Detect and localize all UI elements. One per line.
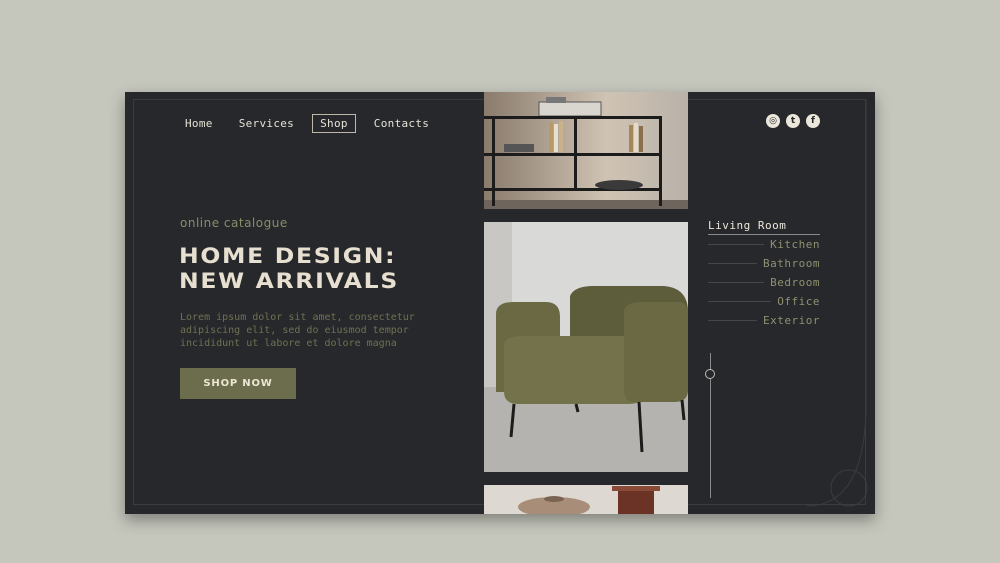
- vases-photo: [484, 485, 688, 514]
- room-divider: [708, 282, 765, 283]
- room-label: Bathroom: [763, 257, 820, 270]
- room-item-bathroom[interactable]: Bathroom: [708, 254, 820, 273]
- facebook-icon[interactable]: f: [806, 114, 820, 128]
- hero-description-line2: adipiscing elit, sed do eiusmod tempor: [180, 325, 409, 336]
- room-divider: [708, 320, 758, 321]
- room-label: Kitchen: [770, 238, 820, 251]
- room-divider: [708, 263, 758, 264]
- room-label: Office: [777, 295, 820, 308]
- instagram-icon[interactable]: ◎: [766, 114, 780, 128]
- nav-services-link[interactable]: Services: [231, 114, 302, 133]
- hero-subtitle: online catalogue: [180, 216, 288, 230]
- room-item-bedroom[interactable]: Bedroom: [708, 273, 820, 292]
- armchair-photo: [484, 222, 688, 472]
- room-item-kitchen[interactable]: Kitchen: [708, 235, 820, 254]
- landing-page-panel: Home Services Shop Contacts online catal…: [125, 92, 875, 514]
- hero-description-line1: Lorem ipsum dolor sit amet, consectetur: [180, 312, 415, 323]
- hero-description: Lorem ipsum dolor sit amet, consectetur …: [180, 311, 450, 350]
- room-divider: [708, 244, 765, 245]
- hero-description-line3: incididunt ut labore et dolore magna: [180, 338, 397, 349]
- shelf-photo: [484, 92, 688, 209]
- hero-title: HOME DESIGN: NEW ARRIVALS: [179, 244, 399, 294]
- social-links: ◎ t f: [766, 114, 820, 128]
- nav-home-link[interactable]: Home: [177, 114, 221, 133]
- room-item-office[interactable]: Office: [708, 292, 820, 311]
- scroll-handle[interactable]: [705, 369, 715, 379]
- top-nav: Home Services Shop Contacts: [177, 114, 447, 133]
- nav-shop-link[interactable]: Shop: [312, 114, 356, 133]
- room-label: Exterior: [763, 314, 820, 327]
- hero-title-line2: NEW ARRIVALS: [179, 269, 399, 293]
- room-label: Bedroom: [770, 276, 820, 289]
- nav-contacts-link[interactable]: Contacts: [366, 114, 437, 133]
- room-item-living-room[interactable]: Living Room: [708, 219, 820, 235]
- twitter-icon[interactable]: t: [786, 114, 800, 128]
- room-divider: [708, 301, 772, 302]
- shop-now-button[interactable]: SHOP NOW: [180, 368, 296, 399]
- room-category-menu: Living Room Kitchen Bathroom Bedroom Off…: [708, 219, 820, 330]
- hero-title-line1: HOME DESIGN:: [179, 244, 397, 268]
- room-item-exterior[interactable]: Exterior: [708, 311, 820, 330]
